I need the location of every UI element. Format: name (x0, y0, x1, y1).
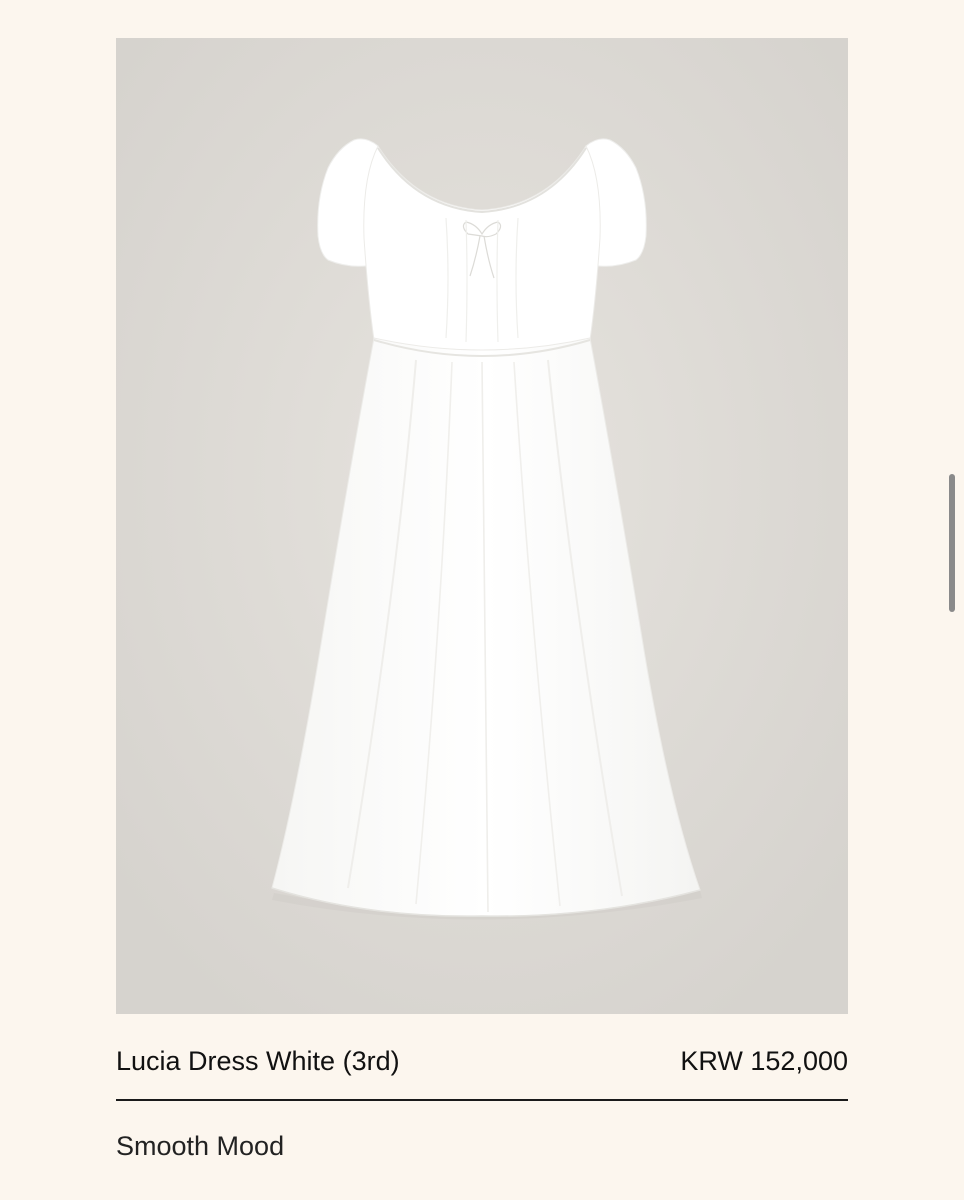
product-image[interactable] (116, 38, 848, 1014)
product-description: Smooth Mood (116, 1131, 285, 1161)
scrollbar-thumb[interactable] (949, 474, 955, 612)
product-price: KRW 152,000 (680, 1046, 848, 1076)
divider (116, 1099, 848, 1101)
dress-illustration (116, 38, 848, 1014)
product-name[interactable]: Lucia Dress White (3rd) (116, 1043, 400, 1079)
